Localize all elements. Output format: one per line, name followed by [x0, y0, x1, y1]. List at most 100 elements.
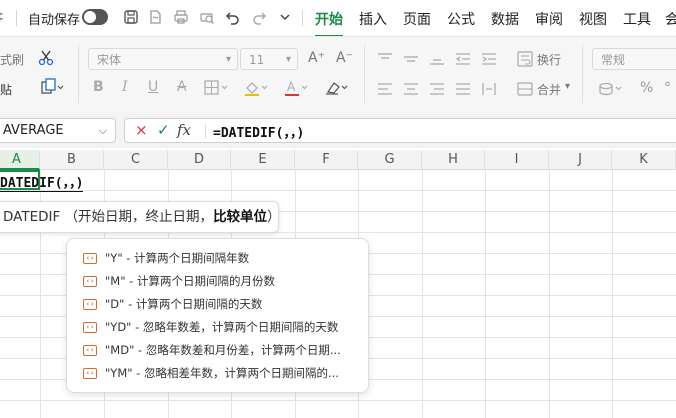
print-preview-icon[interactable] — [198, 8, 216, 26]
save-icon[interactable] — [122, 8, 140, 26]
tab-page[interactable]: 页面 — [403, 9, 431, 29]
function-argument-tooltip: DATEDIF （开始日期，终止日期，比较单位） — [0, 201, 281, 233]
column-header-k[interactable]: K — [612, 150, 676, 170]
grid-line — [0, 190, 676, 191]
italic-icon[interactable]: I — [122, 79, 128, 95]
comma-style-icon[interactable]: ° — [664, 80, 671, 96]
copy-icon[interactable] — [38, 77, 66, 97]
tab-view[interactable]: 视图 — [579, 9, 607, 29]
strikethrough-icon[interactable]: A — [177, 79, 187, 95]
suggestion-item-m[interactable]: ‹› "M" - 计算两个日期间隔的月份数 — [83, 271, 363, 291]
tab-review[interactable]: 审阅 — [535, 9, 563, 29]
tab-data[interactable]: 数据 — [491, 9, 519, 29]
column-header-f[interactable]: F — [295, 150, 358, 170]
align-right-icon[interactable] — [428, 80, 446, 98]
suggestion-item-md[interactable]: ‹› "MD" - 忽略年数差和月份差，计算两个日期... — [83, 340, 363, 360]
name-box-value: AVERAGE — [3, 123, 64, 138]
tab-tools[interactable]: 工具 — [623, 9, 651, 29]
merge-label[interactable]: 合并 — [537, 81, 561, 98]
font-color-icon[interactable]: A — [282, 79, 312, 97]
suggestion-text: "YM" - 忽略相差年数，计算两个日期间隔的... — [105, 366, 339, 380]
formula-divider — [205, 124, 206, 138]
cancel-icon[interactable]: × — [135, 121, 148, 139]
format-painter-label[interactable]: 式刷 — [0, 51, 24, 68]
fill-color-icon[interactable] — [242, 79, 272, 97]
justify-icon[interactable] — [454, 80, 472, 98]
paste-label[interactable]: 贴 — [0, 81, 12, 98]
decrease-font-icon[interactable]: A⁻ — [336, 50, 353, 66]
print-icon[interactable] — [172, 8, 190, 26]
ribbon: 式刷 贴 宋体 ▾ 11 ▾ A⁺ A⁻ B I U A A 换行 合并 ▾ 常… — [0, 36, 676, 113]
distributed-align-icon[interactable] — [480, 80, 498, 98]
suggestion-item-ym[interactable]: ‹› "YM" - 忽略相差年数，计算两个日期间隔的... — [83, 363, 363, 383]
currency-icon[interactable] — [596, 80, 626, 98]
clear-format-icon[interactable] — [322, 79, 352, 97]
active-cell-text[interactable]: DATEDIF(，，) — [0, 172, 84, 192]
name-box[interactable]: AVERAGE ⌵ — [0, 118, 116, 143]
chevron-down-icon: ▾ — [285, 54, 291, 65]
menu-divider — [16, 10, 17, 26]
suggestion-item-yd[interactable]: ‹› "YD" - 忽略年数差，计算两个日期间隔的天数 — [83, 317, 363, 337]
ribbon-divider — [78, 45, 79, 103]
menu-fragment: ‡ — [0, 9, 3, 25]
value-option-icon: ‹› — [83, 367, 97, 379]
undo-icon[interactable] — [224, 8, 242, 26]
column-header-c[interactable]: C — [104, 150, 168, 170]
column-header-h[interactable]: H — [422, 150, 485, 170]
bold-icon[interactable]: B — [93, 79, 104, 95]
column-header-j[interactable]: J — [549, 150, 612, 170]
tooltip-current-argument: 比较单位 — [213, 209, 268, 225]
align-center-icon[interactable] — [402, 80, 420, 98]
value-option-icon: ‹› — [83, 298, 97, 310]
suggestion-item-y[interactable]: ‹› "Y" - 计算两个日期间隔年数 — [83, 248, 363, 268]
align-bottom-icon[interactable] — [428, 50, 446, 68]
tab-formulas[interactable]: 公式 — [447, 9, 475, 29]
indent-decrease-icon[interactable] — [454, 50, 472, 68]
value-option-icon: ‹› — [83, 344, 97, 356]
export-pdf-icon[interactable] — [146, 8, 164, 26]
tab-insert[interactable]: 插入 — [359, 9, 387, 29]
tab-member[interactable]: 会 — [665, 9, 676, 29]
font-name-select[interactable]: 宋体 ▾ — [88, 48, 238, 70]
underline-icon[interactable]: U — [148, 79, 158, 95]
column-header-d[interactable]: D — [168, 150, 231, 170]
formula-bar: AVERAGE ⌵ × ✓ fx =DATEDIF(，，) — [0, 112, 676, 148]
wrap-text-label[interactable]: 换行 — [537, 51, 561, 68]
grid-line — [422, 170, 423, 418]
column-header-g[interactable]: G — [358, 150, 422, 170]
suggestion-item-d[interactable]: ‹› "D" - 计算两个日期间隔的天数 — [83, 294, 363, 314]
increase-font-icon[interactable]: A⁺ — [308, 50, 325, 66]
value-option-icon: ‹› — [83, 275, 97, 287]
suggestion-text: "MD" - 忽略年数差和月份差，计算两个日期... — [105, 343, 341, 357]
confirm-icon[interactable]: ✓ — [157, 121, 170, 139]
grid-line — [0, 400, 676, 401]
autosave-toggle[interactable] — [82, 9, 108, 25]
indent-increase-icon[interactable] — [480, 50, 498, 68]
column-header-i[interactable]: I — [485, 150, 549, 170]
merge-cells-icon[interactable] — [516, 80, 534, 98]
chevron-down-icon[interactable]: ▾ — [565, 81, 570, 92]
align-top-icon[interactable] — [376, 50, 394, 68]
align-left-icon[interactable] — [376, 80, 394, 98]
cut-icon[interactable] — [36, 48, 56, 68]
formula-input[interactable]: × ✓ fx =DATEDIF(，，) — [124, 118, 676, 143]
tab-home[interactable]: 开始 — [315, 9, 343, 37]
align-middle-icon[interactable] — [402, 50, 420, 68]
column-header-a[interactable]: A — [0, 150, 40, 170]
value-option-icon: ‹› — [83, 252, 97, 264]
tooltip-close: ） — [267, 209, 281, 225]
font-size-select[interactable]: 11 ▾ — [240, 48, 298, 70]
column-header-e[interactable]: E — [231, 150, 295, 170]
number-format-select[interactable]: 常规 — [592, 48, 676, 70]
tooltip-arguments: （开始日期，终止日期， — [64, 209, 214, 225]
wrap-text-icon[interactable] — [516, 50, 534, 68]
cell-formula-value: DATEDIF(，，) — [0, 176, 84, 192]
grid-line — [485, 170, 486, 418]
formula-text[interactable]: =DATEDIF(，，) — [213, 122, 304, 141]
redo-icon[interactable] — [250, 8, 268, 26]
insert-function-icon[interactable]: fx — [177, 121, 191, 139]
more-chevron-down-icon[interactable] — [276, 8, 294, 26]
percent-icon[interactable]: % — [640, 80, 653, 96]
column-header-b[interactable]: B — [40, 150, 104, 170]
border-icon[interactable] — [202, 79, 232, 97]
